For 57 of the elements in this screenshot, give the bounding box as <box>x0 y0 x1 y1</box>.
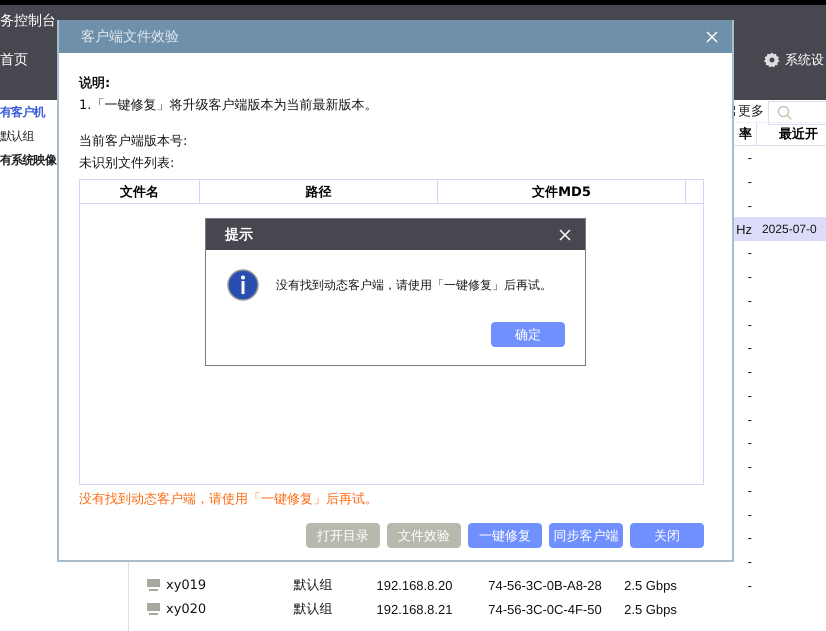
table-cell-text: - <box>746 268 753 286</box>
dialog-title: 客户端文件效验 <box>81 28 179 46</box>
table-cell-text: - <box>746 576 753 595</box>
note-text: 1.「一键修复」将升级客户端版本为当前最新版本。 <box>79 97 378 115</box>
table-cell-text: 192.168.8.20 <box>376 576 454 595</box>
column-header[interactable]: 文件MD5 <box>438 180 686 203</box>
table-cell: xy019 <box>166 578 206 593</box>
error-message: 没有找到动态客户端，请使用「一键修复」后再试。 <box>79 491 379 509</box>
table-cell: 2025-07-0 <box>756 217 826 241</box>
gear-icon[interactable] <box>764 52 780 68</box>
table-cell-text: - <box>746 386 753 405</box>
table-cell-text: - <box>746 434 753 452</box>
table-cell-text: - <box>746 363 753 382</box>
prompt-title: 提示 <box>225 226 253 244</box>
table-cell-text: 默认组 <box>292 600 334 618</box>
column-header[interactable]: 文件名 <box>80 180 200 203</box>
sidebar-item[interactable]: 有客户机 <box>0 100 45 124</box>
table-row[interactable]: xy019 默认组 192.168.8.20 74-56-3C-0B-A8-28 2.5 Gbps - <box>129 574 826 598</box>
column-header[interactable]: 最近开 <box>756 123 826 145</box>
nav-tab[interactable]: 首页 <box>0 51 32 69</box>
table-cell-text: 74-56-3C-0C-4F-50 <box>487 600 603 619</box>
table-cell-text: 192.168.8.21 <box>376 600 454 619</box>
sidebar-item[interactable]: 有系统映像 <box>0 148 56 172</box>
table-cell-text: - <box>746 196 753 215</box>
computer-icon <box>147 579 160 592</box>
info-icon <box>227 269 259 301</box>
table-cell-text: - <box>746 410 753 429</box>
app-title: 务控制台 <box>0 12 56 31</box>
table-cell-text: Hz <box>735 220 753 239</box>
table-cell-text: 2.5 Gbps <box>623 600 678 619</box>
close-button[interactable] <box>557 226 573 242</box>
table-cell-text: - <box>746 482 753 500</box>
table-row[interactable]: xy020 默认组 192.168.8.21 74-56-3C-0C-4F-50 2.5 Gbps <box>129 597 826 621</box>
file-list-label: 未识别文件列表: <box>79 155 176 173</box>
table-cell-text: - <box>746 173 753 192</box>
note-label: 说明: <box>79 75 112 93</box>
computer-icon <box>147 603 160 616</box>
version-label: 当前客户端版本号: <box>79 133 188 151</box>
prompt-message: 没有找到动态客户端，请使用「一键修复」后再试。 <box>276 276 552 294</box>
table-cell-text: - <box>746 339 753 358</box>
table-cell-text: - <box>746 529 753 548</box>
table-cell-text: - <box>746 553 753 572</box>
table-cell-text: - <box>746 458 753 476</box>
table-cell-text: 74-56-3C-0B-A8-28 <box>487 576 603 595</box>
table-cell-text: - <box>746 292 753 310</box>
sidebar-item[interactable]: 默认组 <box>0 124 34 148</box>
table-cell-text: - <box>746 149 753 168</box>
settings-label[interactable]: 系统设 <box>785 51 824 69</box>
table-cell-text: 2.5 Gbps <box>623 576 678 595</box>
column-header[interactable]: 路径 <box>200 180 438 203</box>
table-cell: xy020 <box>166 602 206 617</box>
search-icon <box>777 105 793 121</box>
search-field[interactable] <box>768 101 826 125</box>
table-cell-text: - <box>746 244 753 262</box>
table-cell-text: - <box>746 316 753 334</box>
table-cell-text: - <box>746 506 753 524</box>
table-cell-text: 默认组 <box>292 576 334 594</box>
